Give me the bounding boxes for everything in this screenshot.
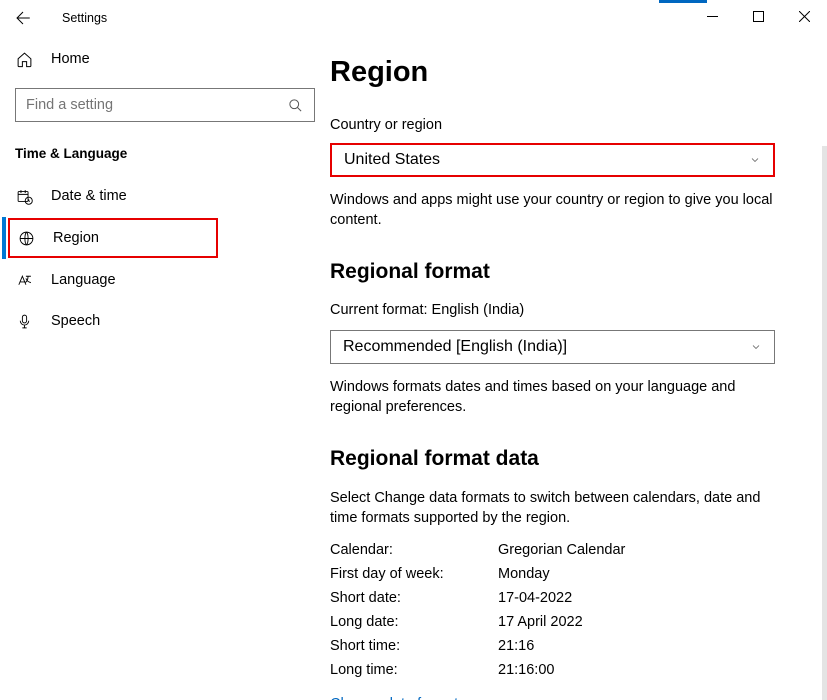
- sidebar-item-speech[interactable]: Speech: [0, 302, 330, 340]
- sidebar-item-label: Speech: [51, 313, 100, 329]
- language-icon: [15, 272, 33, 289]
- table-row: First day of week: Monday: [330, 562, 791, 586]
- content-area: Region Country or region United States W…: [330, 36, 827, 700]
- row-key: Short date:: [330, 590, 498, 606]
- format-data-table: Calendar: Gregorian Calendar First day o…: [330, 538, 791, 682]
- row-value: Monday: [498, 566, 550, 582]
- maximize-icon: [753, 11, 764, 22]
- calendar-clock-icon: [15, 188, 33, 205]
- globe-icon: [17, 230, 35, 247]
- search-input-container[interactable]: [15, 88, 315, 122]
- microphone-icon: [15, 313, 33, 330]
- row-key: Calendar:: [330, 542, 498, 558]
- search-input[interactable]: [26, 97, 288, 113]
- home-label: Home: [51, 51, 90, 67]
- table-row: Long date: 17 April 2022: [330, 610, 791, 634]
- back-button[interactable]: [14, 9, 44, 27]
- table-row: Calendar: Gregorian Calendar: [330, 538, 791, 562]
- sidebar-item-label: Language: [51, 272, 116, 288]
- sidebar-item-label: Date & time: [51, 188, 127, 204]
- window-title: Settings: [62, 11, 107, 25]
- table-row: Long time: 21:16:00: [330, 658, 791, 682]
- sidebar-item-language[interactable]: Language: [0, 261, 330, 299]
- minimize-button[interactable]: [689, 0, 735, 32]
- format-value: Recommended [English (India)]: [343, 338, 567, 356]
- row-key: Short time:: [330, 638, 498, 654]
- close-button[interactable]: [781, 0, 827, 32]
- row-value: Gregorian Calendar: [498, 542, 625, 558]
- row-value: 21:16:00: [498, 662, 554, 678]
- country-label: Country or region: [330, 117, 791, 133]
- row-key: Long time:: [330, 662, 498, 678]
- sidebar: Home Time & Language Date & time Region: [0, 36, 330, 700]
- scrollbar[interactable]: [822, 146, 827, 700]
- window-controls: [689, 0, 827, 32]
- row-value: 17-04-2022: [498, 590, 572, 606]
- table-row: Short time: 21:16: [330, 634, 791, 658]
- sidebar-item-label: Region: [53, 230, 99, 246]
- minimize-icon: [707, 11, 718, 22]
- main-container: Home Time & Language Date & time Region: [0, 36, 827, 700]
- format-dropdown[interactable]: Recommended [English (India)]: [330, 330, 775, 364]
- row-value: 17 April 2022: [498, 614, 583, 630]
- home-icon: [15, 51, 33, 68]
- row-key: Long date:: [330, 614, 498, 630]
- country-value: United States: [344, 151, 440, 169]
- current-format-label: Current format: English (India): [330, 302, 791, 318]
- change-data-formats-link[interactable]: Change data formats: [330, 696, 465, 700]
- maximize-button[interactable]: [735, 0, 781, 32]
- format-help: Windows formats dates and times based on…: [330, 378, 790, 417]
- table-row: Short date: 17-04-2022: [330, 586, 791, 610]
- data-help: Select Change data formats to switch bet…: [330, 489, 790, 528]
- sidebar-item-region[interactable]: Region: [8, 218, 218, 258]
- sidebar-section-title: Time & Language: [15, 146, 330, 161]
- arrow-left-icon: [14, 9, 32, 27]
- format-heading: Regional format: [330, 260, 791, 284]
- data-heading: Regional format data: [330, 447, 791, 471]
- row-key: First day of week:: [330, 566, 498, 582]
- country-dropdown[interactable]: United States: [330, 143, 775, 177]
- sidebar-item-datetime[interactable]: Date & time: [0, 177, 330, 215]
- chevron-down-icon: [749, 154, 761, 166]
- titlebar: Settings: [0, 0, 827, 36]
- home-button[interactable]: Home: [0, 40, 330, 78]
- country-help: Windows and apps might use your country …: [330, 191, 790, 230]
- page-title: Region: [330, 56, 791, 89]
- close-icon: [799, 11, 810, 22]
- search-icon: [288, 98, 304, 113]
- chevron-down-icon: [750, 341, 762, 353]
- row-value: 21:16: [498, 638, 534, 654]
